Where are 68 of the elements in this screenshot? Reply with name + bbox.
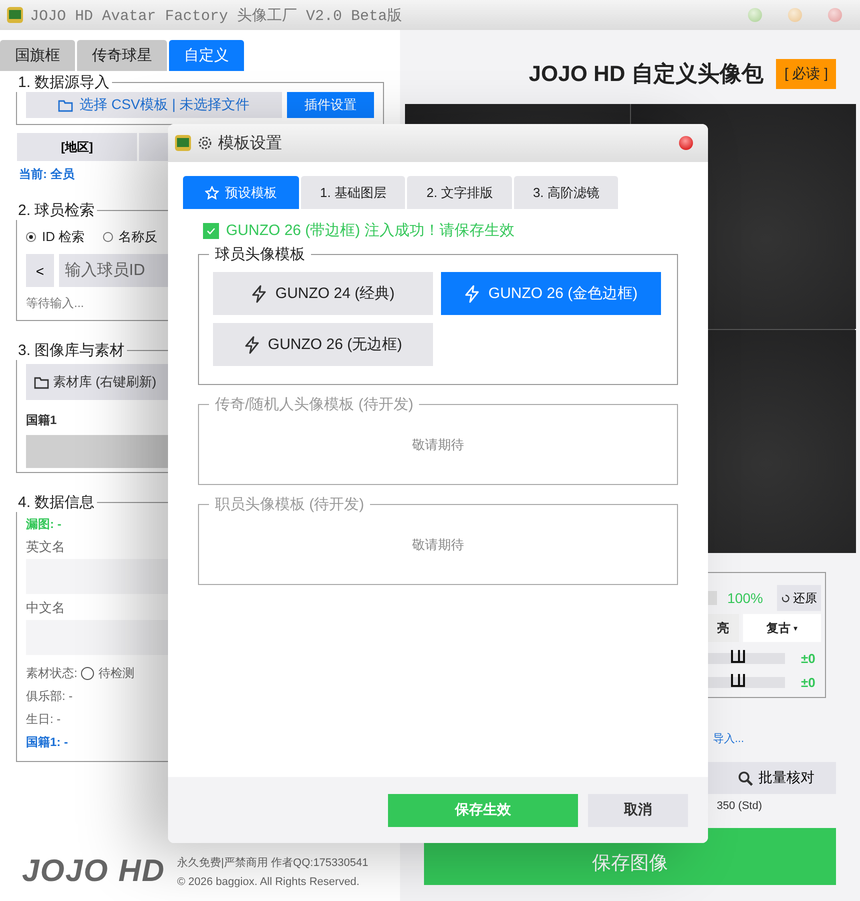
dialog-title: 模板设置: [218, 134, 282, 154]
file-button[interactable]: 选择 CSV模板 | 未选择文件: [26, 92, 282, 118]
folder-icon: [34, 376, 49, 388]
field-label: 国籍1: [26, 412, 58, 429]
group-title: 职员头像模板 (待开发): [214, 495, 366, 514]
field-label: 英文名: [26, 538, 66, 556]
radio-option[interactable]: 名称反: [102, 228, 158, 246]
slider-thumb[interactable]: [731, 674, 745, 687]
slider-thumb[interactable]: [731, 650, 745, 663]
circle-icon: [81, 667, 94, 680]
template-button[interactable]: GUNZO 24 (经典): [213, 272, 433, 315]
tab[interactable]: 1. 基础图层: [301, 176, 406, 209]
group-title: 传奇/随机人头像模板 (待开发): [214, 395, 414, 414]
group-title: 1. 数据源导入: [17, 73, 111, 92]
template-button[interactable]: GUNZO 26 (金色边框): [441, 272, 661, 315]
app-icon: [174, 134, 192, 152]
app-icon: [6, 6, 24, 24]
batch-check-button[interactable]: 批量核对: [708, 762, 836, 794]
style-dropdown[interactable]: 复古 ▾: [743, 614, 821, 642]
reset-icon: [781, 594, 790, 602]
page-title: JOJO HD 自定义头像包: [528, 60, 764, 88]
region-button[interactable]: [地区]: [17, 133, 137, 161]
lightning-icon: [251, 284, 268, 302]
folder-icon: [58, 98, 74, 112]
tab[interactable]: 3. 高阶滤镜: [514, 176, 618, 209]
import-link[interactable]: 导入...: [712, 731, 744, 746]
current-filter: 当前: 全员: [19, 166, 74, 183]
slider-reading: ±0: [801, 651, 816, 666]
zoom-reading: 100%: [727, 590, 763, 606]
size-note: 350 (Std): [716, 800, 762, 812]
group-title: 2. 球员检索: [17, 201, 96, 220]
tab[interactable]: 预设模板: [183, 176, 299, 209]
field-label: 中文名: [26, 599, 66, 617]
lightning-icon: [464, 284, 480, 302]
status-label: 素材状态:: [26, 665, 78, 682]
info-text: 生日: -: [26, 711, 62, 728]
group-title: 3. 图像库与素材: [17, 341, 126, 360]
coming-soon-text: 敬请期待: [411, 536, 465, 554]
coming-soon-text: 敬请期待: [411, 436, 465, 454]
copyright-text: © 2026 baggiox. All Rights Reserved.: [177, 876, 360, 888]
lightning-icon: [244, 336, 260, 354]
read-me-badge[interactable]: [ 必读 ]: [776, 59, 836, 89]
tab[interactable]: 传奇球星: [77, 40, 167, 71]
plugin-settings-button[interactable]: 插件设置: [287, 92, 374, 118]
info-text: 俱乐部: -: [26, 688, 74, 705]
radio-option[interactable]: ID 检索: [26, 228, 85, 246]
status-text: 等待输入...: [26, 295, 86, 312]
template-button[interactable]: GUNZO 26 (无边框): [213, 323, 433, 366]
close-button[interactable]: [679, 136, 693, 150]
license-text: 永久免费|严禁商用 作者QQ:175330541: [177, 856, 368, 870]
slider-reading: ±0: [801, 675, 816, 690]
info-text: 国籍1: -: [26, 734, 69, 751]
star-icon: [205, 186, 219, 200]
back-button[interactable]: <: [26, 254, 54, 287]
tab[interactable]: 国旗框: [0, 40, 75, 71]
group-title: 球员头像模板: [214, 245, 306, 264]
reset-button[interactable]: 还原: [777, 585, 821, 611]
tab[interactable]: 自定义: [169, 40, 244, 71]
gear-icon: [198, 136, 212, 150]
logo: JOJO HD: [22, 853, 166, 889]
missing-count: 漏图: -: [26, 516, 62, 533]
success-message: GUNZO 26 (带边框) 注入成功！请保存生效: [226, 221, 514, 240]
tab[interactable]: 2. 文字排版: [407, 176, 512, 209]
window-title: JOJO HD Avatar Factory 头像工厂 V2.0 Beta版: [30, 6, 402, 24]
search-icon: [738, 770, 752, 786]
group-title: 4. 数据信息: [17, 493, 96, 512]
status-value: 待检测: [98, 665, 134, 682]
cancel-button[interactable]: 取消: [588, 794, 688, 826]
